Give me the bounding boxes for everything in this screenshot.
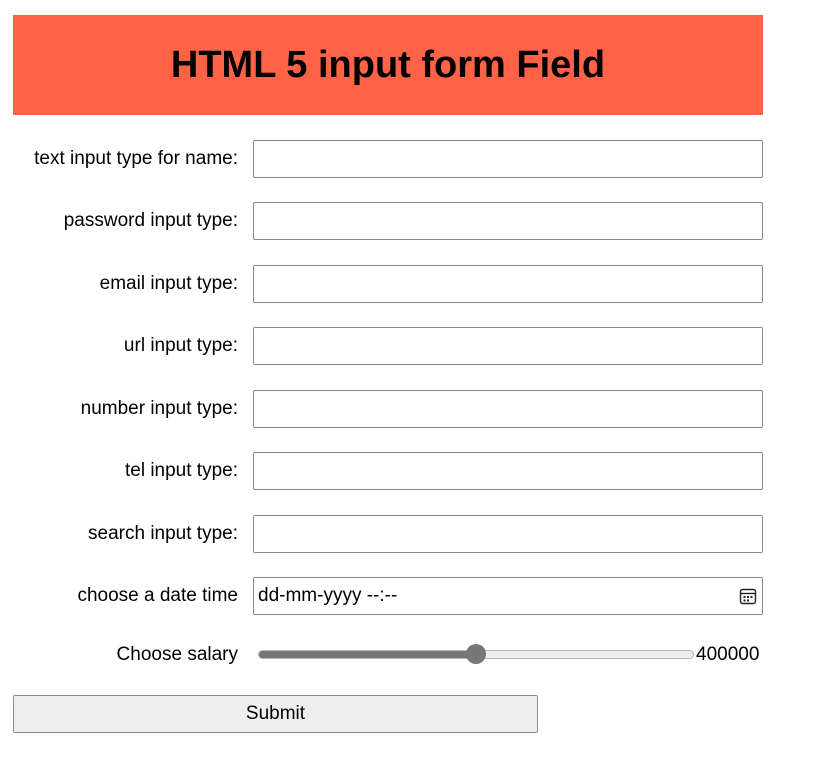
datetime-label: choose a date time — [77, 585, 238, 606]
password-row: password input type: — [13, 202, 763, 240]
url-row: url input type: — [13, 327, 763, 365]
email-input[interactable] — [253, 265, 763, 303]
search-label: search input type: — [88, 523, 238, 544]
submit-button[interactable]: Submit — [13, 695, 538, 733]
number-label: number input type: — [80, 398, 238, 419]
password-label: password input type: — [63, 210, 238, 231]
search-row: search input type: — [13, 515, 763, 553]
tel-row: tel input type: — [13, 452, 763, 490]
number-row: number input type: — [13, 390, 763, 428]
salary-slider-fill — [259, 651, 476, 658]
datetime-row: choose a date time dd-mm-yyyy --:-- — [13, 577, 763, 615]
name-row: text input type for name: — [13, 140, 763, 178]
tel-label: tel input type: — [124, 460, 238, 481]
salary-slider-thumb[interactable] — [466, 644, 486, 664]
tel-input[interactable] — [253, 452, 763, 490]
name-input[interactable] — [253, 140, 763, 178]
password-input[interactable] — [253, 202, 763, 240]
datetime-input[interactable]: dd-mm-yyyy --:-- — [253, 577, 763, 615]
salary-label: Choose salary — [116, 644, 238, 665]
salary-value: 400000 — [696, 644, 760, 665]
salary-row: Choose salary 400000 — [13, 638, 763, 676]
email-label: email input type: — [99, 273, 238, 294]
datetime-placeholder: dd-mm-yyyy --:-- — [258, 585, 398, 606]
calendar-icon[interactable] — [739, 587, 757, 605]
page-header: HTML 5 input form Field — [13, 15, 763, 115]
name-label: text input type for name: — [34, 148, 238, 169]
url-label: url input type: — [123, 335, 238, 356]
number-input[interactable] — [253, 390, 763, 428]
search-input[interactable] — [253, 515, 763, 553]
page-title: HTML 5 input form Field — [170, 43, 606, 86]
email-row: email input type: — [13, 265, 763, 303]
url-input[interactable] — [253, 327, 763, 365]
